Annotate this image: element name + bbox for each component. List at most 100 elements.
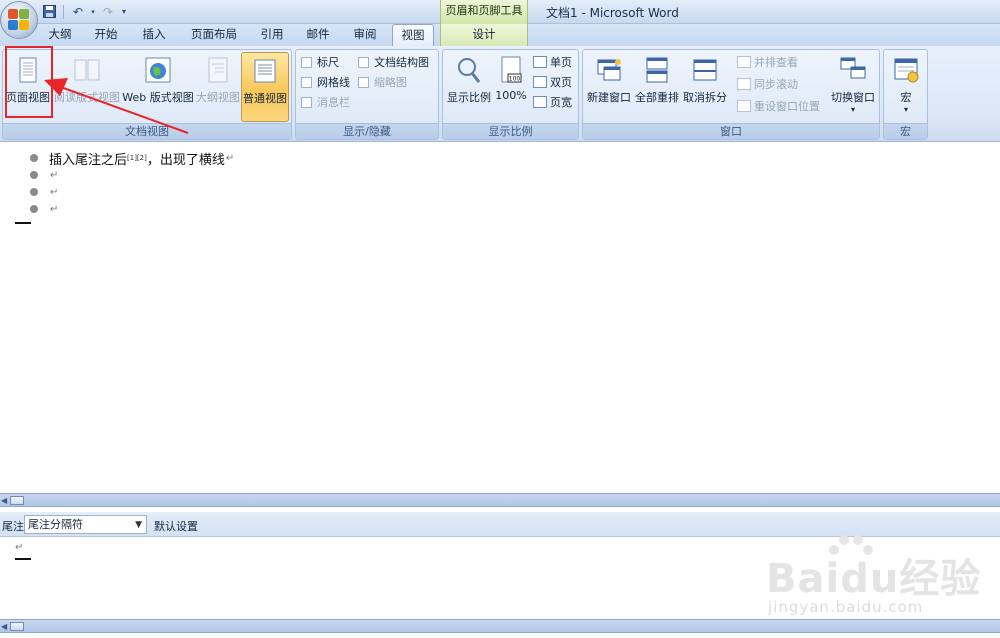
ribbon-tab-row: 大纲 开始 插入 页面布局 引用 邮件 审阅 视图 设计 bbox=[0, 24, 1000, 46]
document-map-checkbox[interactable]: 文档结构图 bbox=[358, 54, 429, 72]
checkbox-box bbox=[301, 57, 312, 68]
checkbox-box bbox=[301, 77, 312, 88]
arrange-all-icon bbox=[646, 57, 668, 83]
reading-view-icon bbox=[74, 59, 100, 81]
group-label-macros: 宏 bbox=[884, 123, 927, 139]
remove-split-label: 取消拆分 bbox=[683, 91, 727, 104]
scrollbar-thumb[interactable] bbox=[10, 622, 24, 631]
draft-view-button[interactable]: 普通视图 bbox=[241, 52, 289, 122]
scroll-left-icon[interactable]: ◀ bbox=[1, 496, 7, 505]
paragraph-mark: ↵ bbox=[225, 152, 235, 164]
bullet-dot bbox=[30, 205, 38, 213]
zoom-button[interactable]: 显示比例 bbox=[445, 52, 493, 122]
split-icon bbox=[693, 59, 717, 81]
outline-view-button[interactable]: 大纲视图 bbox=[195, 52, 241, 122]
web-layout-button[interactable]: Web 版式视图 bbox=[121, 52, 195, 122]
chevron-down-icon: ▾ bbox=[903, 105, 908, 114]
message-bar-checkbox[interactable]: 消息栏 bbox=[301, 94, 350, 112]
notes-pane-content[interactable]: ↵ bbox=[0, 537, 1000, 619]
customize-dropdown-icon[interactable]: ▾ bbox=[119, 3, 129, 20]
paragraph-mark: ↵ bbox=[50, 203, 59, 215]
save-icon[interactable] bbox=[40, 3, 58, 20]
office-button[interactable] bbox=[0, 1, 38, 39]
group-label-window: 窗口 bbox=[583, 123, 879, 139]
page-width-button[interactable]: 页宽 bbox=[533, 94, 572, 112]
contextual-tab-group-header: 页眉和页脚工具 bbox=[440, 0, 528, 24]
tab-page-layout[interactable]: 页面布局 bbox=[182, 24, 246, 46]
scrollbar-thumb[interactable] bbox=[10, 496, 24, 505]
page-100-icon: 100 bbox=[501, 56, 522, 83]
tab-view[interactable]: 视图 bbox=[392, 24, 434, 46]
endnote-reference: [1][2] bbox=[127, 154, 147, 162]
thumbnails-checkbox[interactable]: 缩略图 bbox=[358, 74, 407, 92]
switch-windows-icon bbox=[840, 57, 866, 79]
tab-insert[interactable]: 插入 bbox=[134, 24, 174, 46]
paragraph-mark: ↵ bbox=[50, 186, 59, 198]
title-bar: ↶ ▾ ↷ ▾ 页眉和页脚工具 文档1 - Microsoft Word bbox=[0, 0, 1000, 24]
list-item-text-tail: ，出现了横线 bbox=[146, 152, 225, 168]
notes-type-value: 尾注分隔符 bbox=[28, 518, 83, 531]
tab-references[interactable]: 引用 bbox=[252, 24, 292, 46]
paragraph-mark: ↵ bbox=[15, 542, 24, 553]
list-item-text: 插入尾注之后 bbox=[49, 152, 128, 168]
notes-pane-toolbar: 尾注 尾注分隔符 ▼ 默认设置 bbox=[0, 512, 1000, 537]
tab-design[interactable]: 设计 bbox=[440, 24, 528, 46]
sync-scroll-label: 同步滚动 bbox=[754, 78, 798, 91]
switch-windows-label: 切换窗口 bbox=[831, 91, 875, 104]
horizontal-scrollbar-bottom[interactable]: ◀ bbox=[0, 619, 1000, 633]
document-map-label: 文档结构图 bbox=[374, 56, 429, 69]
bullet-dot bbox=[30, 188, 38, 196]
zoom-label: 显示比例 bbox=[447, 91, 491, 104]
side-by-side-label: 并排查看 bbox=[754, 56, 798, 69]
one-page-button[interactable]: 单页 bbox=[533, 54, 572, 72]
view-side-by-side-button[interactable]: 并排查看 bbox=[737, 54, 798, 72]
undo-icon[interactable]: ↶ bbox=[69, 3, 87, 20]
outline-view-label: 大纲视图 bbox=[196, 91, 240, 104]
scroll-left-icon[interactable]: ◀ bbox=[1, 622, 7, 631]
ruler-checkbox[interactable]: 标尺 bbox=[301, 54, 339, 72]
arrange-all-button[interactable]: 全部重排 bbox=[633, 52, 681, 122]
checkbox-box bbox=[301, 97, 312, 108]
two-pages-button[interactable]: 双页 bbox=[533, 74, 572, 92]
document-area[interactable]: 插入尾注之后 [1][2] ，出现了横线 ↵ ↵ ↵ ↵ bbox=[0, 143, 1000, 493]
horizontal-scrollbar[interactable]: ◀ bbox=[0, 493, 1000, 507]
reset-to-default-button[interactable]: 默认设置 bbox=[154, 518, 198, 534]
page-width-icon bbox=[533, 96, 547, 108]
tab-review[interactable]: 审阅 bbox=[344, 24, 386, 46]
gridlines-checkbox[interactable]: 网格线 bbox=[301, 74, 350, 92]
group-show-hide: 标尺 网格线 消息栏 文档结构图 缩略图 显示/隐藏 bbox=[295, 49, 439, 140]
full-screen-reading-button[interactable]: 阅读版式视图 bbox=[53, 52, 121, 122]
tab-home[interactable]: 开始 bbox=[86, 24, 126, 46]
undo-dropdown-icon[interactable]: ▾ bbox=[89, 3, 97, 20]
side-by-side-icon bbox=[737, 56, 751, 68]
macros-button[interactable]: 宏 ▾ bbox=[886, 52, 926, 122]
reset-window-position-button[interactable]: 重设窗口位置 bbox=[737, 98, 820, 116]
two-pages-label: 双页 bbox=[550, 76, 572, 89]
sync-scroll-icon bbox=[737, 78, 751, 90]
zoom-100-label: 100% bbox=[495, 89, 527, 102]
bullet-dot bbox=[30, 171, 38, 179]
switch-windows-button[interactable]: 切换窗口 ▾ bbox=[827, 52, 879, 122]
one-page-icon bbox=[533, 56, 547, 68]
magnifier-icon bbox=[458, 58, 481, 83]
paragraph-mark: ↵ bbox=[50, 169, 59, 181]
synchronous-scrolling-button[interactable]: 同步滚动 bbox=[737, 76, 798, 94]
page-width-label: 页宽 bbox=[550, 96, 572, 109]
new-window-icon bbox=[597, 59, 621, 81]
zoom-100-button[interactable]: 100 100% bbox=[493, 52, 529, 122]
reset-position-label: 重设窗口位置 bbox=[754, 100, 820, 113]
notes-type-select[interactable]: 尾注分隔符 ▼ bbox=[24, 515, 147, 534]
remove-split-button[interactable]: 取消拆分 bbox=[681, 52, 729, 122]
tab-mailings[interactable]: 邮件 bbox=[298, 24, 338, 46]
outline-view-icon bbox=[208, 57, 228, 83]
ruler-label: 标尺 bbox=[317, 56, 339, 69]
arrange-all-label: 全部重排 bbox=[635, 91, 679, 104]
tab-outline[interactable]: 大纲 bbox=[42, 24, 78, 46]
redo-icon[interactable]: ↷ bbox=[99, 3, 117, 20]
chevron-down-icon: ▼ bbox=[135, 520, 142, 530]
thumbnails-label: 缩略图 bbox=[374, 76, 407, 89]
macros-label: 宏 bbox=[900, 91, 912, 104]
new-window-button[interactable]: 新建窗口 bbox=[585, 52, 633, 122]
reading-view-label: 阅读版式视图 bbox=[54, 91, 120, 104]
macros-icon bbox=[894, 58, 919, 83]
